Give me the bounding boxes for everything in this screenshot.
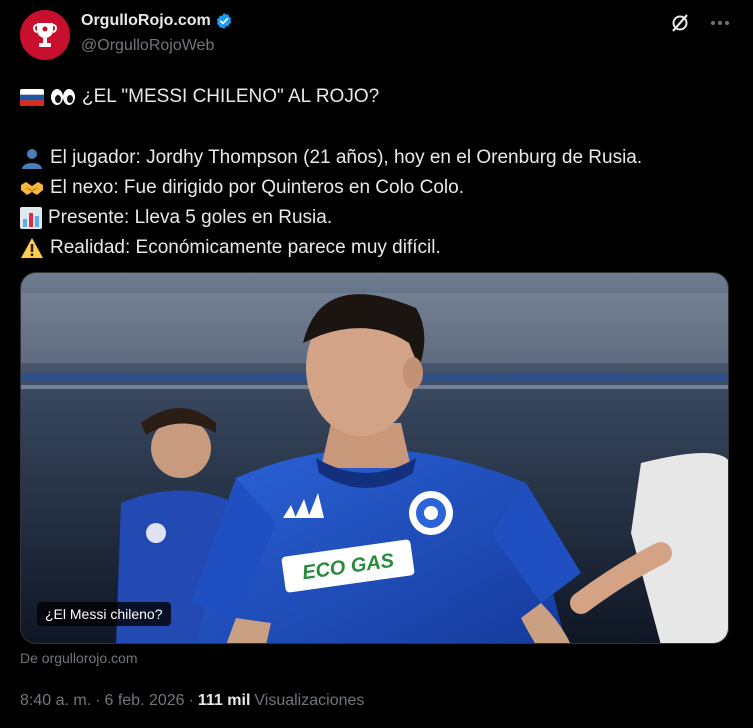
text-line-jugador: El jugador: Jordhy Thompson (21 años), h… [20,143,735,173]
meta-separator: · [188,692,194,709]
bar-chart-icon [20,207,42,229]
grok-icon[interactable] [669,12,691,34]
warning-icon [20,237,44,259]
line-text: Realidad: Económicamente parece muy difí… [50,237,441,258]
tweet-time[interactable]: 8:40 a. m. [20,692,91,710]
media-caption-badge[interactable]: ¿El Messi chileno? [37,602,171,626]
line-text: El jugador: Jordhy Thompson (21 años), h… [50,147,643,168]
text-line-realidad: Realidad: Económicamente parece muy difí… [20,233,735,263]
text-line-nexo: El nexo: Fue dirigido por Quinteros en C… [20,173,735,203]
top-actions [669,12,731,34]
views-count[interactable]: 111 mil [198,692,251,710]
views-label[interactable]: Visualizaciones [254,692,364,710]
verified-badge-icon [216,13,231,29]
player-photo: ECO GAS [21,273,728,643]
avatar[interactable] [20,10,70,60]
headline-text: ¿EL "MESSI CHILENO" AL ROJO? [82,86,380,107]
tweet-text: ¿EL "MESSI CHILENO" AL ROJO? El jugador:… [20,82,735,263]
handshake-icon [20,176,44,200]
display-name[interactable]: OrgulloRojo.com [81,12,211,30]
media-source-link[interactable]: De orgullorojo.com [20,650,138,666]
tweet-media[interactable]: ECO GAS ¿El Messi chileno? [20,272,729,644]
tweet-date[interactable]: 6 feb. 2026 [104,692,184,710]
meta-separator: · [95,692,101,709]
line-text: Presente: Lleva 5 goles en Rusia. [48,207,333,228]
headline-line: ¿EL "MESSI CHILENO" AL ROJO? [20,82,735,112]
tweet-card: OrgulloRojo.com @OrgulloRojoWeb ¿EL "MES… [0,0,753,728]
russia-flag-icon [20,88,44,106]
author-handle[interactable]: @OrgulloRojoWeb [81,37,214,55]
person-icon [20,146,44,170]
tweet-meta: 8:40 a. m. · 6 feb. 2026 · 111 mil Visua… [20,692,364,710]
trophy-logo-icon [33,23,57,47]
eyes-icon [50,88,76,106]
line-text: El nexo: Fue dirigido por Quinteros en C… [50,177,465,198]
text-line-presente: Presente: Lleva 5 goles en Rusia. [20,203,735,233]
text-spacer [20,112,735,143]
author-name-row: OrgulloRojo.com [81,12,233,30]
more-icon[interactable] [709,12,731,34]
